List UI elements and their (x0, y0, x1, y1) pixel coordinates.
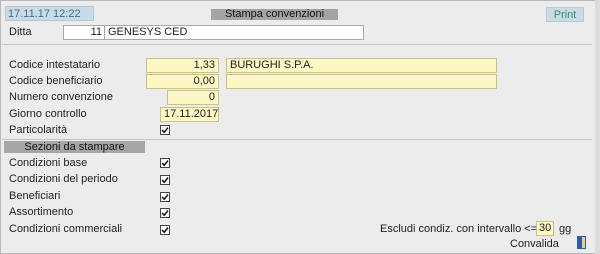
ditta-label: Ditta (9, 26, 32, 38)
condizioni-base-checkbox[interactable] (160, 158, 170, 168)
intestatario-description-field[interactable]: BURUGHI S.P.A. (226, 58, 497, 73)
giorno-controllo-label: Giorno controllo (9, 108, 87, 120)
ditta-name-field[interactable]: GENESYS CED (104, 25, 364, 40)
window-edge (595, 0, 600, 254)
escludi-label: Escludi condiz. con intervallo <= a (380, 223, 547, 235)
condizioni-commerciali-checkbox[interactable] (160, 225, 170, 235)
numero-convenzione-label: Numero convenzione (9, 91, 113, 103)
checkmark-icon (161, 127, 169, 134)
checkmark-icon (161, 210, 169, 217)
window-title: Stampa convenzioni (211, 9, 338, 20)
convalida-icon[interactable] (577, 236, 586, 249)
beneficiari-label: Beneficiari (9, 190, 61, 202)
particolarita-checkbox[interactable] (160, 125, 170, 135)
ditta-code-field[interactable]: 11 (63, 25, 106, 40)
convalida-label: Convalida (510, 238, 559, 250)
condizioni-commerciali-label: Condizioni commerciali (9, 223, 123, 235)
separator (2, 44, 592, 45)
condizioni-base-label: Condizioni base (9, 157, 88, 169)
particolarita-label: Particolarità (9, 124, 68, 136)
codice-beneficiario-label: Codice beneficiario (9, 75, 103, 87)
checkmark-icon (161, 227, 169, 234)
checkmark-icon (161, 177, 169, 184)
codice-beneficiario-input[interactable]: 0,00 (146, 74, 219, 89)
numero-convenzione-input[interactable]: 0 (167, 90, 219, 105)
separator (2, 139, 592, 140)
sezioni-section-header: Sezioni da stampare (4, 141, 145, 153)
assortimento-checkbox[interactable] (160, 208, 170, 218)
beneficiari-checkbox[interactable] (160, 192, 170, 202)
datetime-display: 17.11.17 12:22 (5, 6, 94, 21)
giorno-controllo-input[interactable]: 17.11.2017 (160, 107, 219, 122)
assortimento-label: Assortimento (9, 206, 74, 218)
gg-unit-label: gg (559, 223, 572, 235)
condizioni-periodo-checkbox[interactable] (160, 175, 170, 185)
checkmark-icon (161, 194, 169, 201)
condizioni-periodo-label: Condizioni del periodo (9, 173, 118, 185)
codice-intestatario-input[interactable]: 1,33 (146, 58, 219, 73)
beneficiario-description-field[interactable] (226, 74, 497, 89)
print-button[interactable]: Print (546, 7, 584, 22)
checkmark-icon (161, 160, 169, 167)
escludi-days-input[interactable]: 30 (536, 221, 554, 236)
codice-intestatario-label: Codice intestatario (9, 59, 101, 71)
